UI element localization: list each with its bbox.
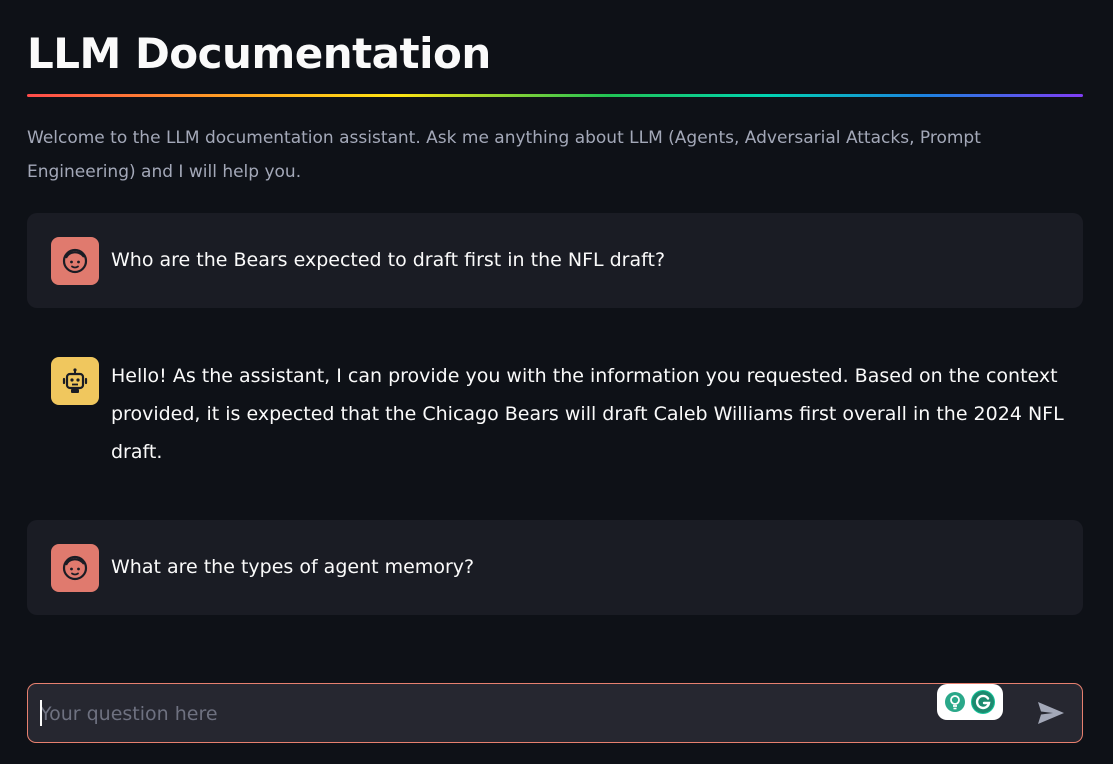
- send-icon: [1038, 702, 1064, 724]
- chat-message-user: Who are the Bears expected to draft firs…: [27, 213, 1083, 308]
- assistant-avatar: [51, 357, 99, 405]
- chat-input-container: [27, 683, 1083, 743]
- user-avatar: [51, 237, 99, 285]
- user-avatar: [51, 544, 99, 592]
- grammarly-widget[interactable]: [937, 684, 1003, 720]
- message-text: What are the types of agent memory?: [111, 556, 475, 578]
- text-caret: [40, 700, 42, 726]
- message-text: Hello! As the assistant, I can provide y…: [111, 365, 1064, 463]
- chat-message-assistant: Hello! As the assistant, I can provide y…: [27, 335, 1083, 485]
- intro-text: Welcome to the LLM documentation assista…: [27, 128, 981, 182]
- lightbulb-icon[interactable]: [944, 691, 966, 713]
- page-title: LLM Documentation: [27, 29, 491, 78]
- chat-input[interactable]: [38, 694, 922, 734]
- face-icon: [62, 555, 88, 581]
- title-divider: [27, 94, 1083, 97]
- chat-message-user: What are the types of agent memory?: [27, 520, 1083, 615]
- grammarly-icon[interactable]: [970, 689, 996, 715]
- message-text: Who are the Bears expected to draft firs…: [111, 249, 666, 271]
- face-icon: [62, 248, 88, 274]
- chat-app-page: LLM Documentation Welcome to the LLM doc…: [0, 0, 1113, 764]
- send-button[interactable]: [1034, 698, 1068, 728]
- robot-icon: [62, 368, 88, 393]
